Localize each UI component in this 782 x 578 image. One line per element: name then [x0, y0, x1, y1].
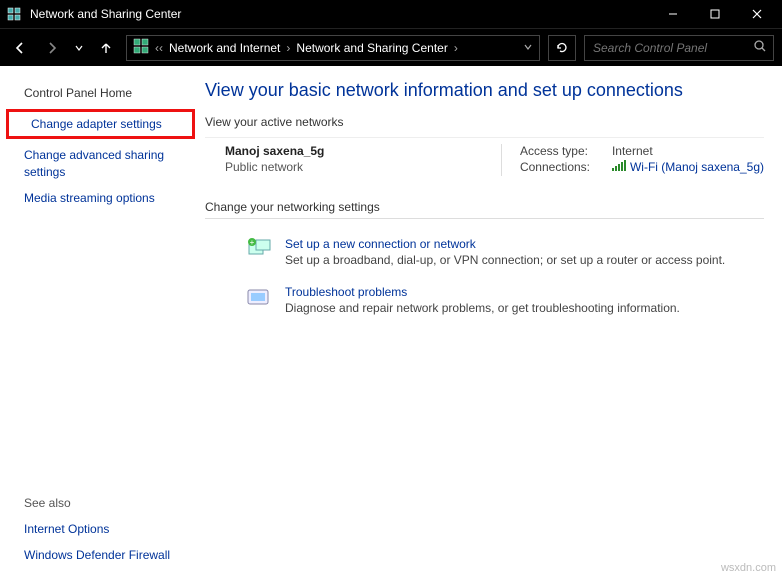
- option-new-connection: + Set up a new connection or network Set…: [205, 227, 764, 275]
- sidebar-advanced-sharing[interactable]: Change advanced sharing settings: [0, 142, 205, 184]
- app-icon: [4, 4, 24, 24]
- navbar: ‹‹ Network and Internet › Network and Sh…: [0, 28, 782, 66]
- network-identity: Manoj saxena_5g Public network: [225, 144, 501, 176]
- minimize-button[interactable]: [652, 0, 694, 28]
- close-button[interactable]: [736, 0, 778, 28]
- network-name: Manoj saxena_5g: [225, 144, 501, 158]
- active-networks-header: View your active networks: [205, 115, 764, 129]
- breadcrumb-chevron-icon[interactable]: ‹‹: [155, 41, 163, 55]
- recent-button[interactable]: [72, 36, 86, 60]
- wifi-signal-icon: [612, 160, 626, 171]
- sidebar-internet-options[interactable]: Internet Options: [0, 516, 205, 542]
- connection-name: Wi-Fi (Manoj saxena_5g): [630, 160, 764, 174]
- search-icon[interactable]: [753, 39, 767, 56]
- svg-text:+: +: [250, 238, 255, 247]
- connections-label: Connections:: [520, 160, 602, 174]
- access-type-value: Internet: [612, 144, 653, 158]
- sidebar-firewall[interactable]: Windows Defender Firewall: [0, 542, 205, 568]
- titlebar: Network and Sharing Center: [0, 0, 782, 28]
- troubleshoot-desc: Diagnose and repair network problems, or…: [285, 301, 680, 315]
- breadcrumb-sep-icon: ›: [454, 41, 458, 55]
- control-panel-icon: [133, 38, 149, 57]
- new-connection-icon: +: [245, 237, 273, 261]
- address-dropdown-icon[interactable]: [523, 41, 533, 55]
- maximize-button[interactable]: [694, 0, 736, 28]
- breadcrumb-network-internet[interactable]: Network and Internet: [169, 41, 280, 55]
- connection-link[interactable]: Wi-Fi (Manoj saxena_5g): [612, 160, 764, 174]
- breadcrumb-sep-icon: ›: [286, 41, 290, 55]
- watermark: wsxdn.com: [721, 562, 776, 574]
- sidebar-seealso-header: See also: [0, 490, 205, 516]
- address-bar[interactable]: ‹‹ Network and Internet › Network and Sh…: [126, 35, 540, 61]
- sidebar-home[interactable]: Control Panel Home: [0, 80, 205, 106]
- forward-button[interactable]: [40, 36, 64, 60]
- breadcrumb-sharing-center[interactable]: Network and Sharing Center: [296, 41, 447, 55]
- troubleshoot-link[interactable]: Troubleshoot problems: [285, 285, 680, 299]
- window-title: Network and Sharing Center: [24, 7, 652, 21]
- new-connection-link[interactable]: Set up a new connection or network: [285, 237, 725, 251]
- up-button[interactable]: [94, 36, 118, 60]
- access-type-label: Access type:: [520, 144, 602, 158]
- sidebar-change-adapter[interactable]: Change adapter settings: [6, 109, 195, 139]
- search-box[interactable]: [584, 35, 774, 61]
- sidebar-spacer: [0, 211, 205, 490]
- option-troubleshoot: Troubleshoot problems Diagnose and repai…: [205, 275, 764, 323]
- page-heading: View your basic network information and …: [205, 80, 764, 101]
- change-settings-header: Change your networking settings: [205, 200, 764, 219]
- sidebar: Control Panel Home Change adapter settin…: [0, 66, 205, 578]
- active-network-row: Manoj saxena_5g Public network Access ty…: [205, 138, 764, 194]
- network-details: Access type: Internet Connections: Wi-Fi…: [501, 144, 764, 176]
- back-button[interactable]: [8, 36, 32, 60]
- network-type: Public network: [225, 160, 501, 174]
- content-area: Control Panel Home Change adapter settin…: [0, 66, 782, 578]
- refresh-button[interactable]: [548, 35, 576, 61]
- new-connection-desc: Set up a broadband, dial-up, or VPN conn…: [285, 253, 725, 267]
- search-input[interactable]: [591, 40, 753, 56]
- troubleshoot-icon: [245, 285, 273, 309]
- sidebar-media-streaming[interactable]: Media streaming options: [0, 185, 205, 211]
- main-panel: View your basic network information and …: [205, 66, 782, 578]
